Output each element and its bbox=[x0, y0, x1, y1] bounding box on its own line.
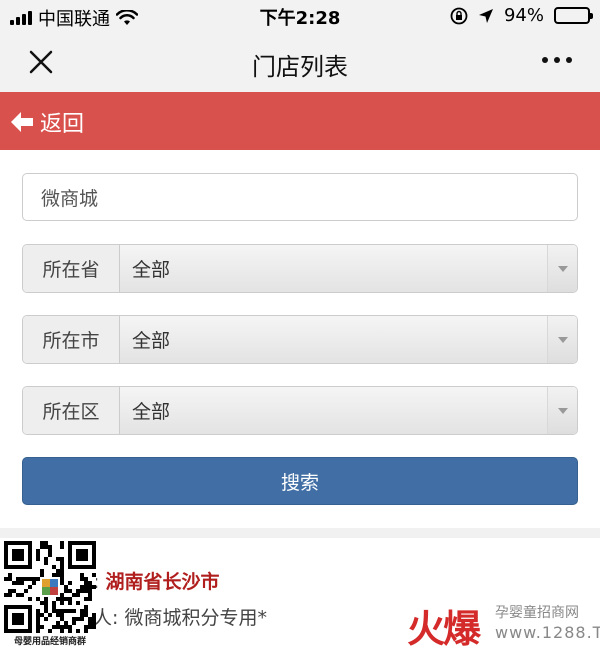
search-button[interactable]: 搜索 bbox=[22, 457, 578, 505]
watermark-site: www.1288.TV bbox=[495, 623, 600, 642]
back-label: 返回 bbox=[40, 112, 85, 137]
battery-percent: 94% bbox=[503, 5, 544, 26]
city-label: 所在市 bbox=[23, 316, 120, 363]
chevron-down-icon[interactable] bbox=[547, 387, 577, 434]
location-arrow-icon bbox=[478, 8, 493, 23]
status-right: 94% bbox=[450, 5, 593, 26]
back-bar: 返回 bbox=[0, 92, 600, 150]
qr-code-overlay: 母婴用品经销商群 bbox=[4, 541, 96, 649]
district-select[interactable]: 所在区 全部 bbox=[22, 386, 578, 435]
address-value: 湖南省长沙市 bbox=[105, 571, 220, 593]
qr-code-icon bbox=[4, 541, 96, 633]
back-button[interactable]: 返回 bbox=[10, 106, 84, 138]
more-icon[interactable] bbox=[542, 57, 572, 63]
store-contact: 系人: 微商城积分专用* bbox=[74, 603, 267, 630]
district-value[interactable]: 全部 bbox=[120, 387, 577, 434]
arrow-left-icon bbox=[11, 112, 33, 132]
city-select[interactable]: 所在市 全部 bbox=[22, 315, 578, 364]
city-value[interactable]: 全部 bbox=[120, 316, 577, 363]
province-select[interactable]: 所在省 全部 bbox=[22, 244, 578, 293]
watermark: 火爆 孕婴童招商网 www.1288.TV bbox=[407, 598, 600, 649]
qr-caption: 母婴用品经销商群 bbox=[13, 637, 86, 647]
section-divider bbox=[0, 528, 600, 538]
nav-bar: 门店列表 bbox=[0, 32, 600, 92]
status-bar: 中国联通 下午2:28 94% bbox=[0, 0, 600, 32]
chevron-down-icon[interactable] bbox=[547, 316, 577, 363]
watermark-subtitle: 孕婴童招商网 bbox=[495, 605, 579, 621]
province-value[interactable]: 全部 bbox=[120, 245, 577, 292]
province-selected: 全部 bbox=[132, 259, 171, 281]
page-title: 门店列表 bbox=[252, 53, 348, 81]
search-form: 所在省 全部 所在市 全部 所在区 全部 搜索 bbox=[0, 150, 600, 528]
keyword-input[interactable] bbox=[22, 173, 578, 221]
rotation-lock-icon bbox=[450, 7, 468, 24]
city-selected: 全部 bbox=[132, 330, 171, 352]
district-selected: 全部 bbox=[132, 401, 171, 423]
province-label: 所在省 bbox=[23, 245, 120, 292]
chevron-down-icon[interactable] bbox=[547, 245, 577, 292]
contact-value: 微商城积分专用* bbox=[124, 607, 267, 629]
watermark-logo: 火爆 bbox=[407, 607, 481, 649]
battery-icon bbox=[554, 7, 593, 24]
district-label: 所在区 bbox=[23, 387, 120, 434]
